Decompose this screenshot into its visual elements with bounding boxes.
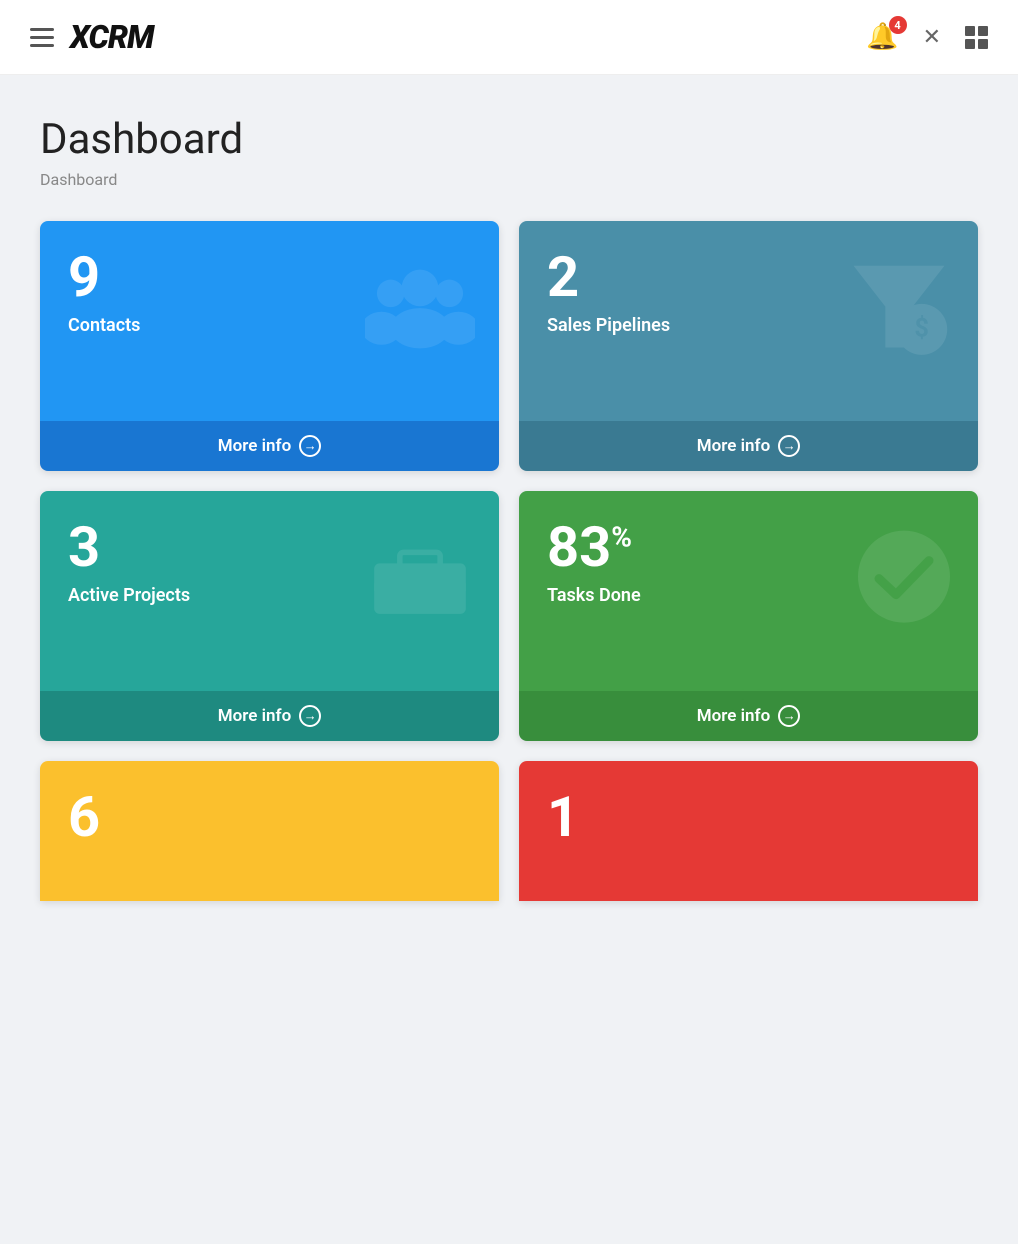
tasks-done-arrow-icon: →: [778, 705, 800, 727]
contacts-card: 9 Contacts More info →: [40, 221, 499, 471]
header-left: XCRM: [30, 18, 153, 56]
dashboard-grid: 9 Contacts More info →: [40, 221, 978, 901]
contacts-icon: [365, 262, 475, 369]
active-projects-more-info[interactable]: More info →: [40, 691, 499, 741]
partial-yellow-card: 6: [40, 761, 499, 901]
header: XCRM 🔔 4 ✕: [0, 0, 1018, 75]
tasks-done-more-info[interactable]: More info →: [519, 691, 978, 741]
tasks-done-more-info-text: More info: [697, 706, 770, 726]
sales-pipelines-arrow-icon: →: [778, 435, 800, 457]
sales-pipelines-more-info[interactable]: More info →: [519, 421, 978, 471]
contacts-arrow-icon: →: [299, 435, 321, 457]
sales-pipelines-icon: $: [844, 257, 954, 374]
partial-red-number: 1: [547, 789, 950, 845]
partial-yellow-card-body: 6: [40, 761, 499, 901]
active-projects-more-info-text: More info: [218, 706, 291, 726]
notification-badge: 4: [889, 16, 907, 34]
contacts-more-info-text: More info: [218, 436, 291, 456]
sales-pipelines-card: 2 Sales Pipelines $ More info →: [519, 221, 978, 471]
sales-pipelines-card-body: 2 Sales Pipelines $: [519, 221, 978, 421]
logo-text: XCRM: [70, 18, 153, 56]
partial-red-card-body: 1: [519, 761, 978, 901]
tasks-done-card-body: 83% Tasks Done: [519, 491, 978, 691]
tasks-done-icon: [854, 527, 954, 644]
main-content: Dashboard Dashboard 9 Contacts: [0, 75, 1018, 1244]
page-title: Dashboard: [40, 115, 978, 164]
active-projects-card: 3 Active Projects More info →: [40, 491, 499, 741]
header-right: 🔔 4 ✕: [866, 22, 988, 52]
svg-text:$: $: [914, 314, 929, 344]
expand-icon[interactable]: ✕: [923, 25, 941, 50]
contacts-card-body: 9 Contacts: [40, 221, 499, 421]
active-projects-icon: [365, 532, 475, 639]
partial-red-card: 1: [519, 761, 978, 901]
partial-yellow-number: 6: [68, 789, 471, 845]
sales-pipelines-more-info-text: More info: [697, 436, 770, 456]
active-projects-arrow-icon: →: [299, 705, 321, 727]
hamburger-icon[interactable]: [30, 28, 54, 47]
tasks-done-card: 83% Tasks Done More info →: [519, 491, 978, 741]
active-projects-card-body: 3 Active Projects: [40, 491, 499, 691]
contacts-more-info[interactable]: More info →: [40, 421, 499, 471]
grid-icon[interactable]: [965, 26, 988, 49]
logo: XCRM: [70, 18, 153, 56]
notification-bell[interactable]: 🔔 4: [866, 22, 898, 52]
breadcrumb: Dashboard: [40, 170, 978, 189]
